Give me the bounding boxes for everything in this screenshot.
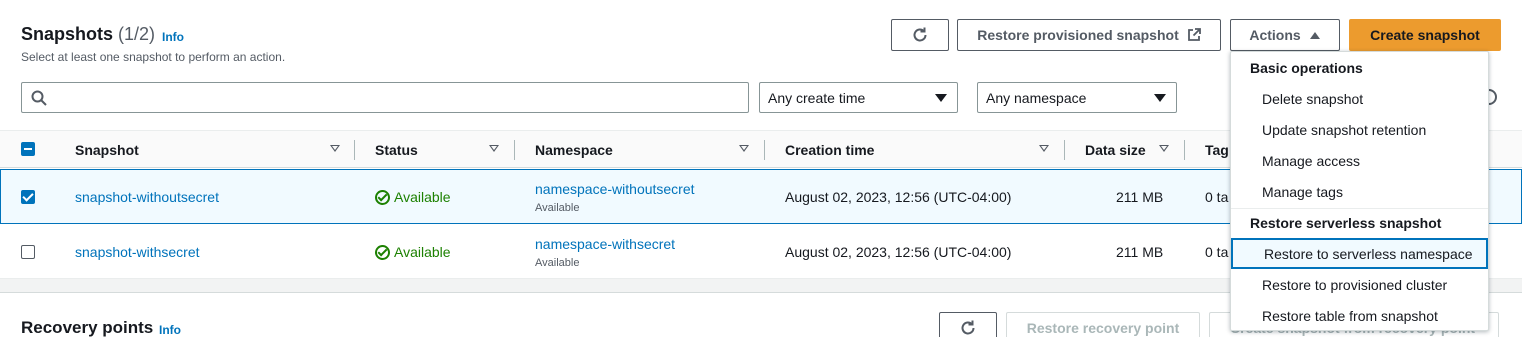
col-namespace[interactable]: Namespace [535,142,613,158]
sort-icon[interactable] [1039,145,1049,152]
col-status[interactable]: Status [375,142,418,158]
tags-count: 0 ta [1205,189,1229,205]
menu-group-restore-serverless: Restore serverless snapshot [1250,215,1442,231]
column-resizer[interactable] [1184,140,1185,160]
menu-item-update-retention[interactable]: Update snapshot retention [1231,114,1488,145]
row-checkbox[interactable] [21,190,35,204]
check-circle-icon [375,244,390,260]
snapshots-title: Snapshots (1/2) [21,24,156,44]
sort-icon[interactable] [1159,145,1169,152]
snapshot-link[interactable]: snapshot-withsecret [75,244,200,260]
namespace-link[interactable]: namespace-withsecret [535,236,675,252]
menu-item-restore-table-from-snapshot[interactable]: Restore table from snapshot [1231,300,1488,331]
data-size: 211 MB [1116,189,1164,205]
column-resizer[interactable] [764,140,765,160]
snapshots-info-link[interactable]: Info [162,30,184,44]
dropdown-arrow-icon [1154,94,1166,102]
refresh-button[interactable] [891,19,949,51]
creation-time: August 02, 2023, 12:56 (UTC-04:00) [785,189,1012,205]
data-size: 211 MB [1116,244,1164,260]
menu-item-delete-snapshot[interactable]: Delete snapshot [1231,83,1488,114]
namespace-link[interactable]: namespace-withoutsecret [535,181,695,197]
col-snapshot[interactable]: Snapshot [75,142,139,158]
menu-item-restore-to-serverless-namespace[interactable]: Restore to serverless namespace [1231,238,1488,269]
sort-icon[interactable] [739,145,749,152]
column-resizer[interactable] [514,140,515,160]
recovery-info-link[interactable]: Info [159,323,181,337]
actions-button[interactable]: Actions [1230,19,1340,51]
external-link-icon [1187,28,1201,41]
search-input[interactable] [21,82,749,113]
recovery-refresh-button[interactable] [939,312,997,337]
create-time-filter[interactable]: Any create time [759,82,958,113]
snapshots-subtitle: Select at least one snapshot to perform … [21,50,286,64]
snapshots-count: (1/2) [118,24,156,44]
status-available: Available [375,244,451,260]
menu-item-restore-to-provisioned-cluster[interactable]: Restore to provisioned cluster [1231,269,1488,300]
menu-group-basic-operations: Basic operations [1250,60,1363,76]
sort-icon[interactable] [330,145,340,152]
dropdown-arrow-icon [935,94,947,102]
namespace-status: Available [535,257,580,269]
recovery-points-title: Recovery points [21,318,154,337]
snapshot-link[interactable]: snapshot-withoutsecret [75,189,219,205]
col-creation-time[interactable]: Creation time [785,142,874,158]
column-resizer[interactable] [1064,140,1065,160]
namespace-filter[interactable]: Any namespace [977,82,1177,113]
select-all-checkbox[interactable] [21,142,35,156]
col-tags[interactable]: Tag [1205,142,1229,158]
caret-up-icon [1309,32,1320,39]
search-icon [31,90,47,106]
actions-menu: Basic operations Delete snapshot Update … [1230,51,1489,331]
column-resizer[interactable] [354,140,355,160]
status-available: Available [375,189,451,205]
col-data-size[interactable]: Data size [1085,142,1146,158]
namespace-status: Available [535,202,580,214]
restore-provisioned-snapshot-button[interactable]: Restore provisioned snapshot [957,19,1221,51]
sort-icon[interactable] [489,145,499,152]
refresh-icon [961,320,975,335]
restore-recovery-point-button[interactable]: Restore recovery point [1006,312,1200,337]
menu-divider [1231,208,1488,209]
tags-count: 0 ta [1205,244,1229,260]
refresh-icon [913,27,927,42]
create-snapshot-button[interactable]: Create snapshot [1349,19,1501,51]
row-checkbox[interactable] [21,245,35,259]
menu-item-manage-access[interactable]: Manage access [1231,145,1488,176]
check-circle-icon [375,189,390,205]
creation-time: August 02, 2023, 12:56 (UTC-04:00) [785,244,1012,260]
menu-item-manage-tags[interactable]: Manage tags [1231,176,1488,207]
